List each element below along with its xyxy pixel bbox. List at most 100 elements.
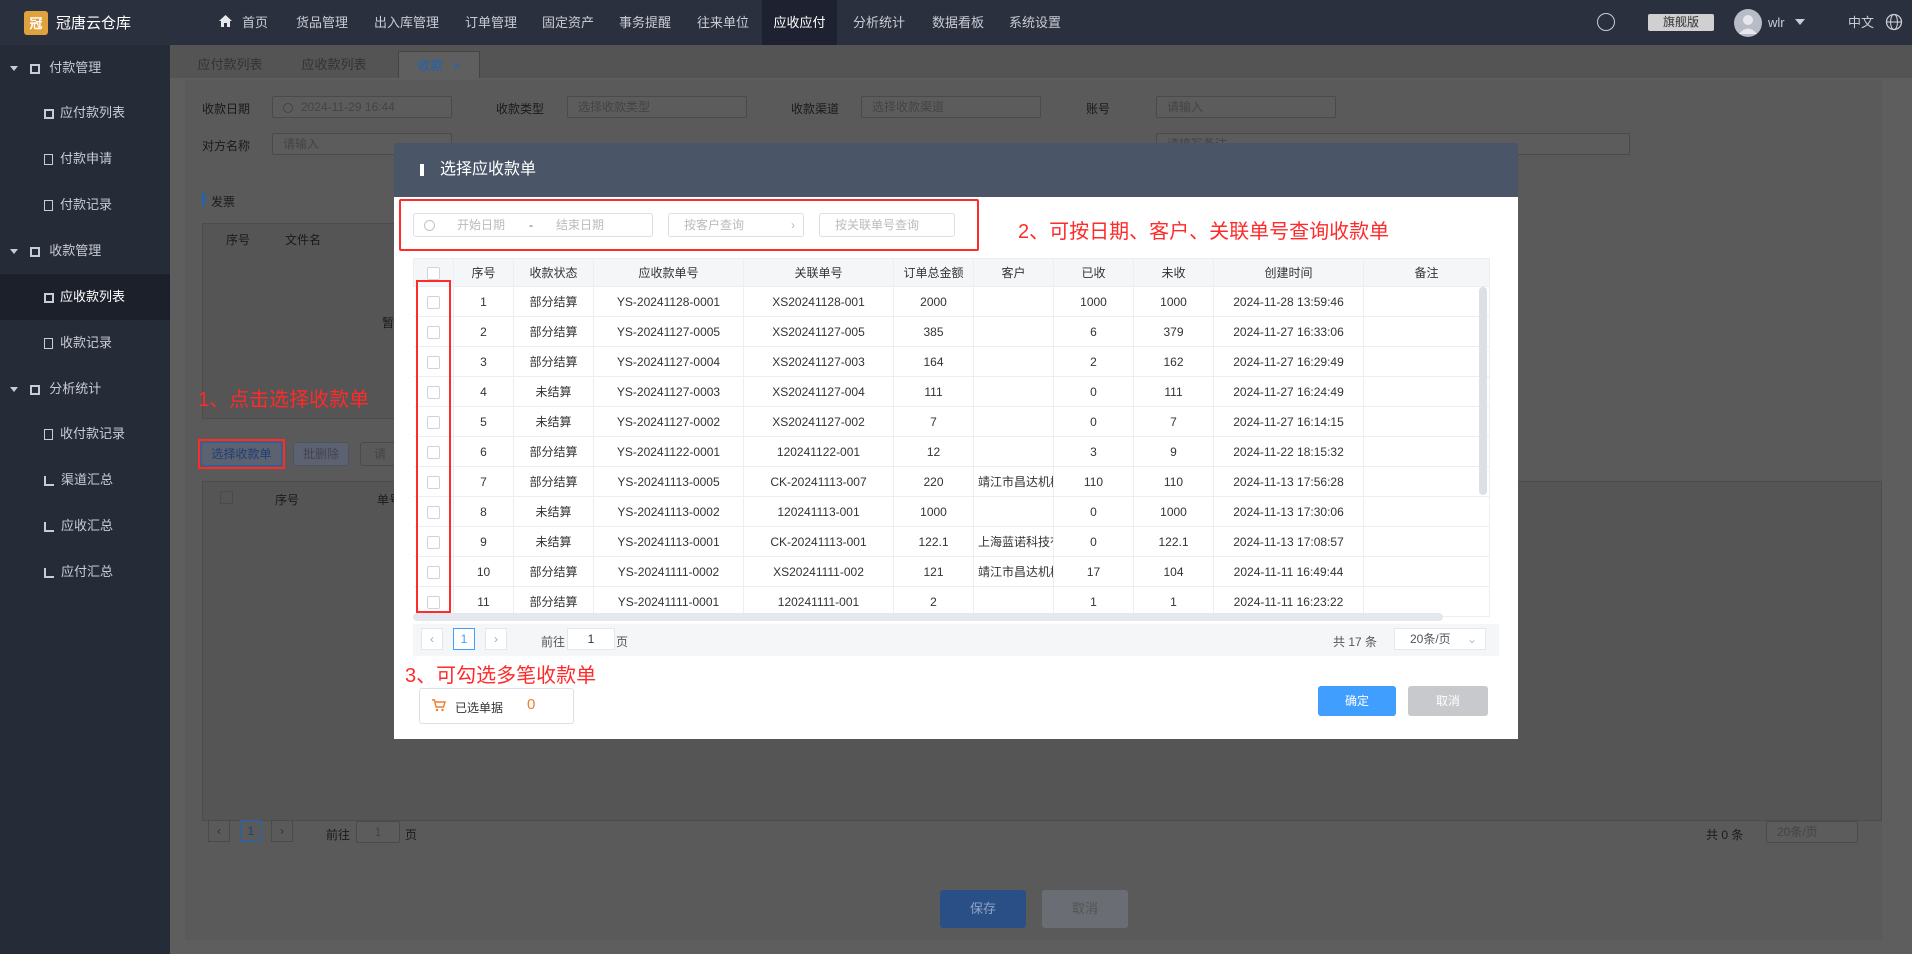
sidebar-item-payables[interactable]: 应付款列表	[0, 90, 170, 136]
table-row[interactable]: 5 未结算 YS-20241127-0002 XS20241127-002 7 0 7 202…	[413, 406, 1490, 437]
table-row[interactable]: 9 未结算 YS-20241113-0001 CK-20241113-001 122.1…	[413, 526, 1490, 557]
table-row[interactable]: 10 部分结算 YS-20241111-0002 XS20241111-002 121 靖…	[413, 556, 1490, 587]
table-row[interactable]: 6 部分结算 YS-20241122-0001 120241122-001 12 3 9 20…	[413, 436, 1490, 467]
cell-received: 0	[1053, 526, 1134, 557]
table-row[interactable]: 8 未结算 YS-20241113-0002 120241113-001 1000 0 10…	[413, 496, 1490, 527]
cell-unreceived: 104	[1133, 556, 1214, 587]
select-all-checkbox[interactable]	[427, 266, 440, 280]
dialog-prev-page[interactable]: ‹	[421, 628, 443, 650]
cancel-button[interactable]: 取消	[1042, 890, 1128, 928]
dialog-goto-label: 前往	[541, 635, 566, 649]
table-vertical-scrollbar[interactable]	[1479, 287, 1487, 495]
cell-status: 部分结算	[513, 436, 594, 467]
list-next-page[interactable]: ›	[271, 820, 293, 842]
sidebar-item-receipt-records[interactable]: 收款记录	[0, 320, 170, 366]
cell-related: 120241122-001	[743, 436, 894, 467]
cell-related: XS20241111-002	[743, 556, 894, 587]
tab-receivables[interactable]: 应收款列表	[290, 51, 378, 78]
table-row[interactable]: 3 部分结算 YS-20241127-0004 XS20241127-003 164 2 1…	[413, 346, 1490, 377]
date-range-picker[interactable]: 开始日期 - 结束日期	[413, 213, 653, 237]
cell-status: 部分结算	[513, 286, 594, 317]
sidebar-item-payment-request[interactable]: 付款申请	[0, 136, 170, 182]
account-input[interactable]: 请输入	[1156, 96, 1336, 118]
nav-item-partners[interactable]: 往来单位	[697, 0, 749, 45]
nav-item-home[interactable]: 首页	[242, 0, 268, 45]
cell-remark	[1363, 436, 1490, 467]
dialog-next-page[interactable]: ›	[485, 628, 507, 650]
sidebar-item-label: 付款记录	[60, 197, 113, 212]
sidebar-item-payable-summary[interactable]: 应付汇总	[0, 549, 170, 595]
dialog-cancel-button[interactable]: 取消	[1408, 686, 1488, 716]
language-switch[interactable]: 中文	[1848, 0, 1874, 45]
chevron-down-icon[interactable]	[1795, 19, 1805, 25]
nav-item-goods[interactable]: 货品管理	[296, 0, 348, 45]
customer-filter[interactable]: 按客户查询 ›	[668, 213, 804, 237]
end-date-input[interactable]: 结束日期	[556, 214, 604, 236]
batch-delete-button[interactable]: 批删除	[293, 442, 349, 466]
channel-label: 收款渠道	[791, 102, 840, 116]
nav-item-analytics[interactable]: 分析统计	[853, 0, 905, 45]
type-select[interactable]: 选择收款类型	[567, 96, 747, 118]
cell-code: YS-20241111-0002	[593, 556, 744, 587]
cell-unreceived: 1000	[1133, 286, 1214, 317]
sidebar-item-channel-summary[interactable]: 渠道汇总	[0, 457, 170, 503]
sidebar-item-payment-records[interactable]: 付款记录	[0, 182, 170, 228]
start-date-input[interactable]: 开始日期	[457, 214, 505, 236]
date-input[interactable]: 2024-11-29 16:44	[272, 96, 452, 118]
cell-status: 未结算	[513, 376, 594, 407]
dialog-page-current[interactable]: 1	[453, 628, 475, 650]
select-receipts-button[interactable]: 选择收款单	[201, 442, 282, 466]
nav-item-reminders[interactable]: 事务提醒	[619, 0, 671, 45]
table-row[interactable]: 11 部分结算 YS-20241111-0001 120241111-001 2 1 1 20…	[413, 586, 1490, 617]
cell-total: 385	[893, 316, 974, 347]
related-code-filter[interactable]: 按关联单号查询	[819, 213, 955, 237]
list-page-size[interactable]: 20条/页	[1766, 821, 1858, 843]
nav-item-assets[interactable]: 固定资产	[542, 0, 594, 45]
checkbox-column-highlight	[416, 280, 451, 613]
list-goto-input[interactable]: 1	[356, 821, 400, 843]
cell-code: YS-20241128-0001	[593, 286, 744, 317]
dialog-title: 选择应收款单	[440, 161, 537, 178]
nav-item-orders[interactable]: 订单管理	[465, 0, 517, 45]
nav-item-settings[interactable]: 系统设置	[1009, 0, 1061, 45]
help-icon[interactable]	[1597, 13, 1615, 31]
cell-received: 110	[1053, 466, 1134, 497]
list-prev-page[interactable]: ‹	[208, 820, 230, 842]
avatar[interactable]	[1734, 9, 1762, 37]
col-customer: 客户	[973, 258, 1054, 287]
sidebar-item-transactions[interactable]: 收付款记录	[0, 411, 170, 457]
sidebar-item-receivables[interactable]: 应收款列表	[0, 274, 170, 320]
sidebar-group-analytics[interactable]: 分析统计	[0, 367, 170, 411]
nav-item-receivables[interactable]: 应收应付	[762, 0, 837, 45]
nav-item-dashboard[interactable]: 数据看板	[932, 0, 984, 45]
account-label: 账号	[1086, 102, 1111, 116]
sidebar-group-receipt[interactable]: 收款管理	[0, 229, 170, 273]
sidebar-group-payment[interactable]: 付款管理	[0, 46, 170, 90]
table-row[interactable]: 7 部分结算 YS-20241113-0005 CK-20241113-007 220 靖…	[413, 466, 1490, 497]
cell-received: 2	[1053, 346, 1134, 377]
cell-remark	[1363, 346, 1490, 377]
dialog-confirm-button[interactable]: 确定	[1318, 686, 1396, 716]
sidebar-item-receivable-summary[interactable]: 应收汇总	[0, 503, 170, 549]
table-row[interactable]: 2 部分结算 YS-20241127-0005 XS20241127-005 385 6 3…	[413, 316, 1490, 347]
table-horizontal-scrollbar[interactable]	[413, 613, 1443, 621]
tab-receipt[interactable]: 收款 ×	[398, 51, 480, 78]
list-page-current[interactable]: 1	[240, 820, 262, 842]
list-select-all[interactable]	[220, 491, 233, 504]
table-row[interactable]: 1 部分结算 YS-20241128-0001 XS20241128-001 2000 1…	[413, 286, 1490, 317]
close-icon[interactable]: ×	[453, 58, 461, 73]
list-total: 共 0 条	[1706, 828, 1744, 842]
dialog-goto-input[interactable]: 1	[567, 628, 615, 650]
user-name[interactable]: wlr	[1768, 0, 1785, 45]
cell-status: 部分结算	[513, 556, 594, 587]
channel-select[interactable]: 选择收款渠道	[861, 96, 1041, 118]
dialog-page-size[interactable]: 20条/页 ⌄	[1394, 628, 1486, 650]
save-button[interactable]: 保存	[940, 890, 1026, 928]
col-total: 订单总金额	[893, 258, 974, 287]
nav-item-stock[interactable]: 出入库管理	[374, 0, 439, 45]
tab-payables[interactable]: 应付款列表	[186, 51, 274, 78]
cell-customer: 靖江市昌达机械	[973, 466, 1054, 497]
table-row[interactable]: 4 未结算 YS-20241127-0003 XS20241127-004 111 0 11…	[413, 376, 1490, 407]
app-logo[interactable]: 冠 冠唐云仓库	[0, 0, 170, 45]
globe-icon[interactable]	[1885, 13, 1903, 34]
